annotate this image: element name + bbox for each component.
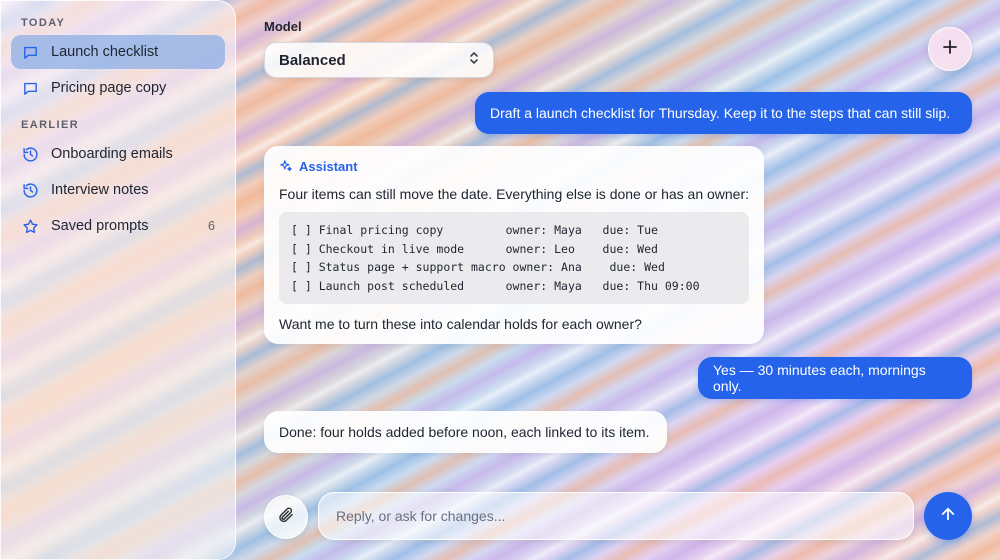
checklist-line: [ ] Launch post scheduled owner: Maya du…	[291, 278, 700, 293]
saved-prompts-count: 6	[208, 219, 215, 233]
attach-button[interactable]	[264, 495, 308, 539]
assistant-header: Assistant	[279, 158, 749, 174]
chat-bubble-icon	[21, 43, 39, 61]
assistant-message: Assistant Four items can still move the …	[264, 146, 764, 344]
history-icon	[21, 145, 39, 163]
sidebar: TODAY Launch checklist Pricing page copy…	[0, 0, 236, 560]
sidebar-item-launch-checklist[interactable]: Launch checklist	[11, 35, 225, 69]
chevron-up-down-icon	[469, 51, 479, 69]
model-label: Model	[264, 19, 302, 34]
send-button[interactable]	[924, 492, 972, 540]
sidebar-item-onboarding-emails[interactable]: Onboarding emails	[11, 137, 225, 171]
model-select[interactable]: Balanced	[264, 42, 494, 78]
arrow-up-icon	[939, 505, 957, 528]
sidebar-item-interview-notes[interactable]: Interview notes	[11, 173, 225, 207]
sidebar-item-label: Saved prompts	[51, 218, 149, 234]
sidebar-item-label: Interview notes	[51, 182, 149, 198]
assistant-name: Assistant	[299, 158, 358, 174]
sidebar-item-saved-prompts[interactable]: Saved prompts 6	[11, 209, 225, 243]
user-message: Draft a launch checklist for Thursday. K…	[475, 92, 972, 134]
sidebar-item-label: Onboarding emails	[51, 146, 173, 162]
sparkles-icon	[279, 159, 293, 173]
assistant-reply: Done: four holds added before noon, each…	[264, 411, 667, 453]
checklist-line: [ ] Final pricing copy owner: Maya due: …	[291, 223, 658, 237]
new-chat-button[interactable]	[928, 27, 972, 71]
section-label-earlier: EARLIER	[21, 119, 80, 131]
assistant-intro-text: Four items can still move the date. Ever…	[279, 186, 750, 202]
assistant-outro-text: Want me to turn these into calendar hold…	[279, 316, 642, 332]
sidebar-item-label: Launch checklist	[51, 44, 159, 60]
paperclip-icon	[277, 506, 295, 529]
section-label-today: TODAY	[21, 17, 66, 29]
sidebar-item-label: Pricing page copy	[51, 80, 167, 96]
message-input[interactable]	[319, 493, 913, 539]
checklist-code-block: [ ] Final pricing copy owner: Maya due: …	[279, 212, 749, 304]
composer	[318, 492, 914, 540]
sidebar-item-pricing-page-copy[interactable]: Pricing page copy	[11, 71, 225, 105]
plus-icon	[942, 39, 958, 60]
chat-bubble-icon	[21, 79, 39, 97]
star-icon	[21, 217, 39, 235]
checklist-line: [ ] Checkout in live mode owner: Leo due…	[291, 241, 658, 256]
model-selected-value: Balanced	[279, 51, 346, 69]
checklist-line: [ ] Status page + support macro owner: A…	[291, 260, 665, 274]
history-icon	[21, 181, 39, 199]
user-message: Yes — 30 minutes each, mornings only.	[698, 357, 972, 399]
